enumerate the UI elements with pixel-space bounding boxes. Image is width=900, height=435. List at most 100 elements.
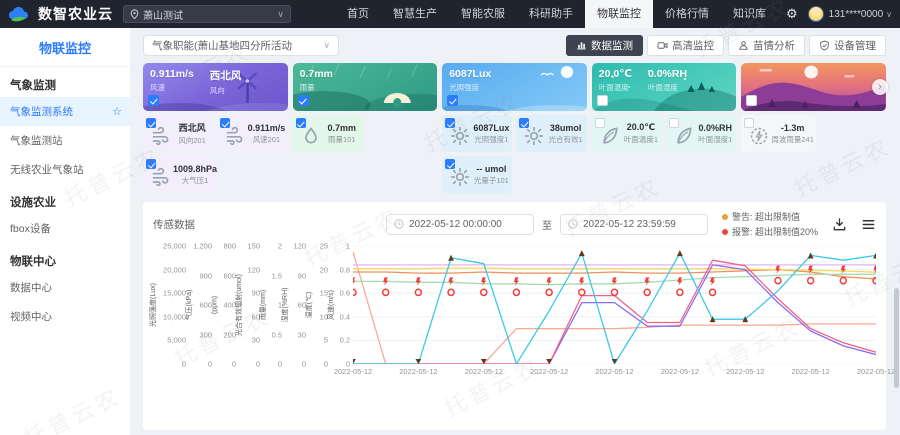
sidebar-item-label: 数据中心 — [10, 280, 52, 295]
y-axis-name: 湿度(%RH) — [280, 288, 290, 323]
chip-checkbox[interactable] — [669, 118, 679, 128]
date-from-value: 2022-05-12 00:00:00 — [409, 219, 502, 230]
card-value-label: 风速 — [150, 82, 194, 93]
date-from-input[interactable]: 2022-05-12 00:00:00 — [386, 214, 534, 235]
card-checkbox[interactable] — [298, 95, 309, 106]
sidebar-item-fbox-device[interactable]: fbox设备 — [0, 214, 130, 243]
sidebar-item-label: 无线农业气象站 — [10, 162, 84, 177]
card-checkbox[interactable] — [148, 95, 159, 106]
card-checkbox[interactable] — [447, 95, 458, 106]
toolbar-button-data-monitor[interactable]: 数据监测 — [566, 35, 643, 56]
chip-checkbox[interactable] — [146, 159, 156, 169]
toolbar-button-label: 数据监测 — [591, 38, 633, 53]
sun-icon — [450, 167, 470, 187]
sidebar-item-wireless-agri-weather-station[interactable]: 无线农业气象站 — [0, 155, 130, 184]
sidebar-item-video-center[interactable]: 视频中心 — [0, 302, 130, 331]
chip-checkbox[interactable] — [595, 118, 605, 128]
sidebar-item-weather-monitor-station[interactable]: 气象监测站 — [0, 126, 130, 155]
device-select[interactable]: 气象职能(萧山基地四分所活动 ∨ — [143, 35, 339, 56]
chip-label: 光量子101 — [472, 175, 510, 186]
sensor-chip[interactable]: 6087Lux光照强度1 — [442, 115, 512, 152]
date-to-input[interactable]: 2022-05-12 23:59:59 — [560, 214, 708, 235]
y-axis-tick: 25,000 — [163, 242, 186, 251]
sidebar-group-header: 设施农业 — [0, 184, 130, 214]
sensor-card-5[interactable] — [741, 63, 886, 111]
x-axis-tick: 2022-05-12 — [661, 367, 699, 376]
sensor-chip[interactable]: 西北风风向201 — [143, 115, 213, 152]
card-checkbox[interactable] — [597, 95, 608, 106]
y-axis-tick: 30 — [252, 336, 260, 345]
sensor-card-1[interactable]: 0.911m/s风速西北风风向 — [143, 63, 288, 111]
chart-y-axes: 光照强度(Lux)25,00020,00015,00010,0005,0000气… — [153, 246, 353, 364]
user-menu[interactable]: 131****0000∨ — [829, 9, 892, 20]
drop-icon — [301, 126, 321, 146]
sensor-chip[interactable]: 0.7mm雨量101 — [293, 115, 363, 152]
sensor-chip[interactable]: 0.0%RH叶面湿度1 — [666, 115, 736, 152]
chip-value: 0.911m/s — [247, 123, 285, 133]
sensor-card-2[interactable]: 0.7mm雨量 — [293, 63, 438, 111]
chip-checkbox[interactable] — [744, 118, 754, 128]
sensor-chip[interactable]: 1009.8hPa大气压1 — [143, 156, 219, 193]
sensor-card-4[interactable]: 20.0℃叶面温度0.0%RH叶面湿度 — [592, 63, 737, 111]
y-axis-name: 光合有效辐射(umol) — [234, 274, 244, 336]
y-axis-tick: 30 — [298, 330, 306, 339]
nav-item-price-market[interactable]: 价格行情 — [653, 0, 721, 28]
panel-header: 传感数据 2022-05-12 00:00:00 至 2022-05-12 23… — [153, 210, 876, 238]
location-select[interactable]: 萧山测试 ∨ — [123, 5, 291, 23]
chip-row: 1009.8hPa大气压1 — [143, 156, 288, 193]
nav-item-home[interactable]: 首页 — [335, 0, 381, 28]
card-value-block: 0.911m/s风速 — [150, 68, 194, 96]
y-axis-tick: 150 — [247, 242, 260, 251]
y-axis-name: 风速(m/s) — [326, 290, 336, 320]
gear-icon[interactable]: ⚙ — [778, 6, 806, 22]
chart-x-axis: 2022-05-122022-05-122022-05-122022-05-12… — [353, 367, 876, 381]
chip-label: 叶面温度1 — [622, 134, 660, 145]
date-range-separator: 至 — [542, 217, 552, 232]
chart-plot-area[interactable] — [353, 246, 876, 364]
nav-item-smart-agri-service[interactable]: 智能农服 — [449, 0, 517, 28]
card-value: 6087Lux — [449, 68, 491, 80]
y-axis-tick: 0 — [302, 360, 306, 369]
y-axis-tick: 0 — [232, 360, 236, 369]
sensor-chip[interactable]: 38umol光合有效1 — [516, 115, 586, 152]
sensor-chip[interactable]: -- umol光量子101 — [442, 156, 512, 193]
scrollbar-thumb[interactable] — [894, 288, 899, 388]
chip-checkbox[interactable] — [220, 118, 230, 128]
chip-checkbox[interactable] — [445, 159, 455, 169]
card-value-block: 0.0%RH叶面湿度 — [648, 68, 687, 93]
toolbar-button-seedling-analysis[interactable]: 苗情分析 — [728, 35, 805, 56]
sensor-chips: 西北风风向2010.911m/s风速201 1009.8hPa大气压1 0.7mm雨… — [143, 115, 886, 197]
y-axis-tick: 0 — [182, 360, 186, 369]
nav-item-smart-production[interactable]: 智慧生产 — [381, 0, 449, 28]
chip-checkbox[interactable] — [445, 118, 455, 128]
toolbar-button-device-manage[interactable]: 设备管理 — [809, 35, 886, 56]
sidebar-item-weather-monitor-system[interactable]: 气象监测系统☆ — [0, 97, 130, 126]
chip-checkbox[interactable] — [146, 118, 156, 128]
nav-item-knowledge-base[interactable]: 知识库 — [721, 0, 778, 28]
sidebar-item-data-center[interactable]: 数据中心 — [0, 273, 130, 302]
chip-text: 6087Lux光照强度1 — [472, 123, 510, 145]
x-axis-tick: 2022-05-12 — [334, 367, 372, 376]
avatar[interactable] — [808, 6, 824, 22]
x-axis-tick: 2022-05-12 — [399, 367, 437, 376]
sensor-chip[interactable]: 20.0℃叶面温度1 — [592, 115, 662, 152]
card-checkbox[interactable] — [746, 95, 757, 106]
chip-checkbox[interactable] — [519, 118, 529, 128]
star-icon[interactable]: ☆ — [112, 105, 122, 118]
chip-value: 0.0%RH — [696, 123, 734, 133]
list-view-icon[interactable] — [861, 217, 876, 232]
sensor-chip[interactable]: 0.911m/s风速201 — [217, 115, 287, 152]
sidebar-item-label: fbox设备 — [10, 221, 51, 236]
chip-checkbox[interactable] — [296, 118, 306, 128]
sidebar: 物联监控 气象监测气象监测系统☆气象监测站无线农业气象站设施农业fbox设备物联… — [0, 28, 130, 435]
nav-item-research-assistant[interactable]: 科研助手 — [517, 0, 585, 28]
download-icon[interactable] — [832, 217, 847, 232]
sensor-chip[interactable]: -1.3m周波雨量241 — [741, 115, 816, 152]
chevron-down-icon: ∨ — [323, 40, 330, 51]
nav-item-iot-monitoring[interactable]: 物联监控 — [585, 0, 653, 28]
location-pin-icon — [130, 9, 139, 19]
cards-next-button[interactable]: › — [872, 79, 888, 95]
toolbar-button-hd-monitor[interactable]: 高清监控 — [647, 35, 724, 56]
main-content: 气象职能(萧山基地四分所活动 ∨ 数据监测高清监控苗情分析设备管理 0.911m… — [130, 28, 900, 435]
sensor-card-3[interactable]: 6087Lux光照强度 — [442, 63, 587, 111]
